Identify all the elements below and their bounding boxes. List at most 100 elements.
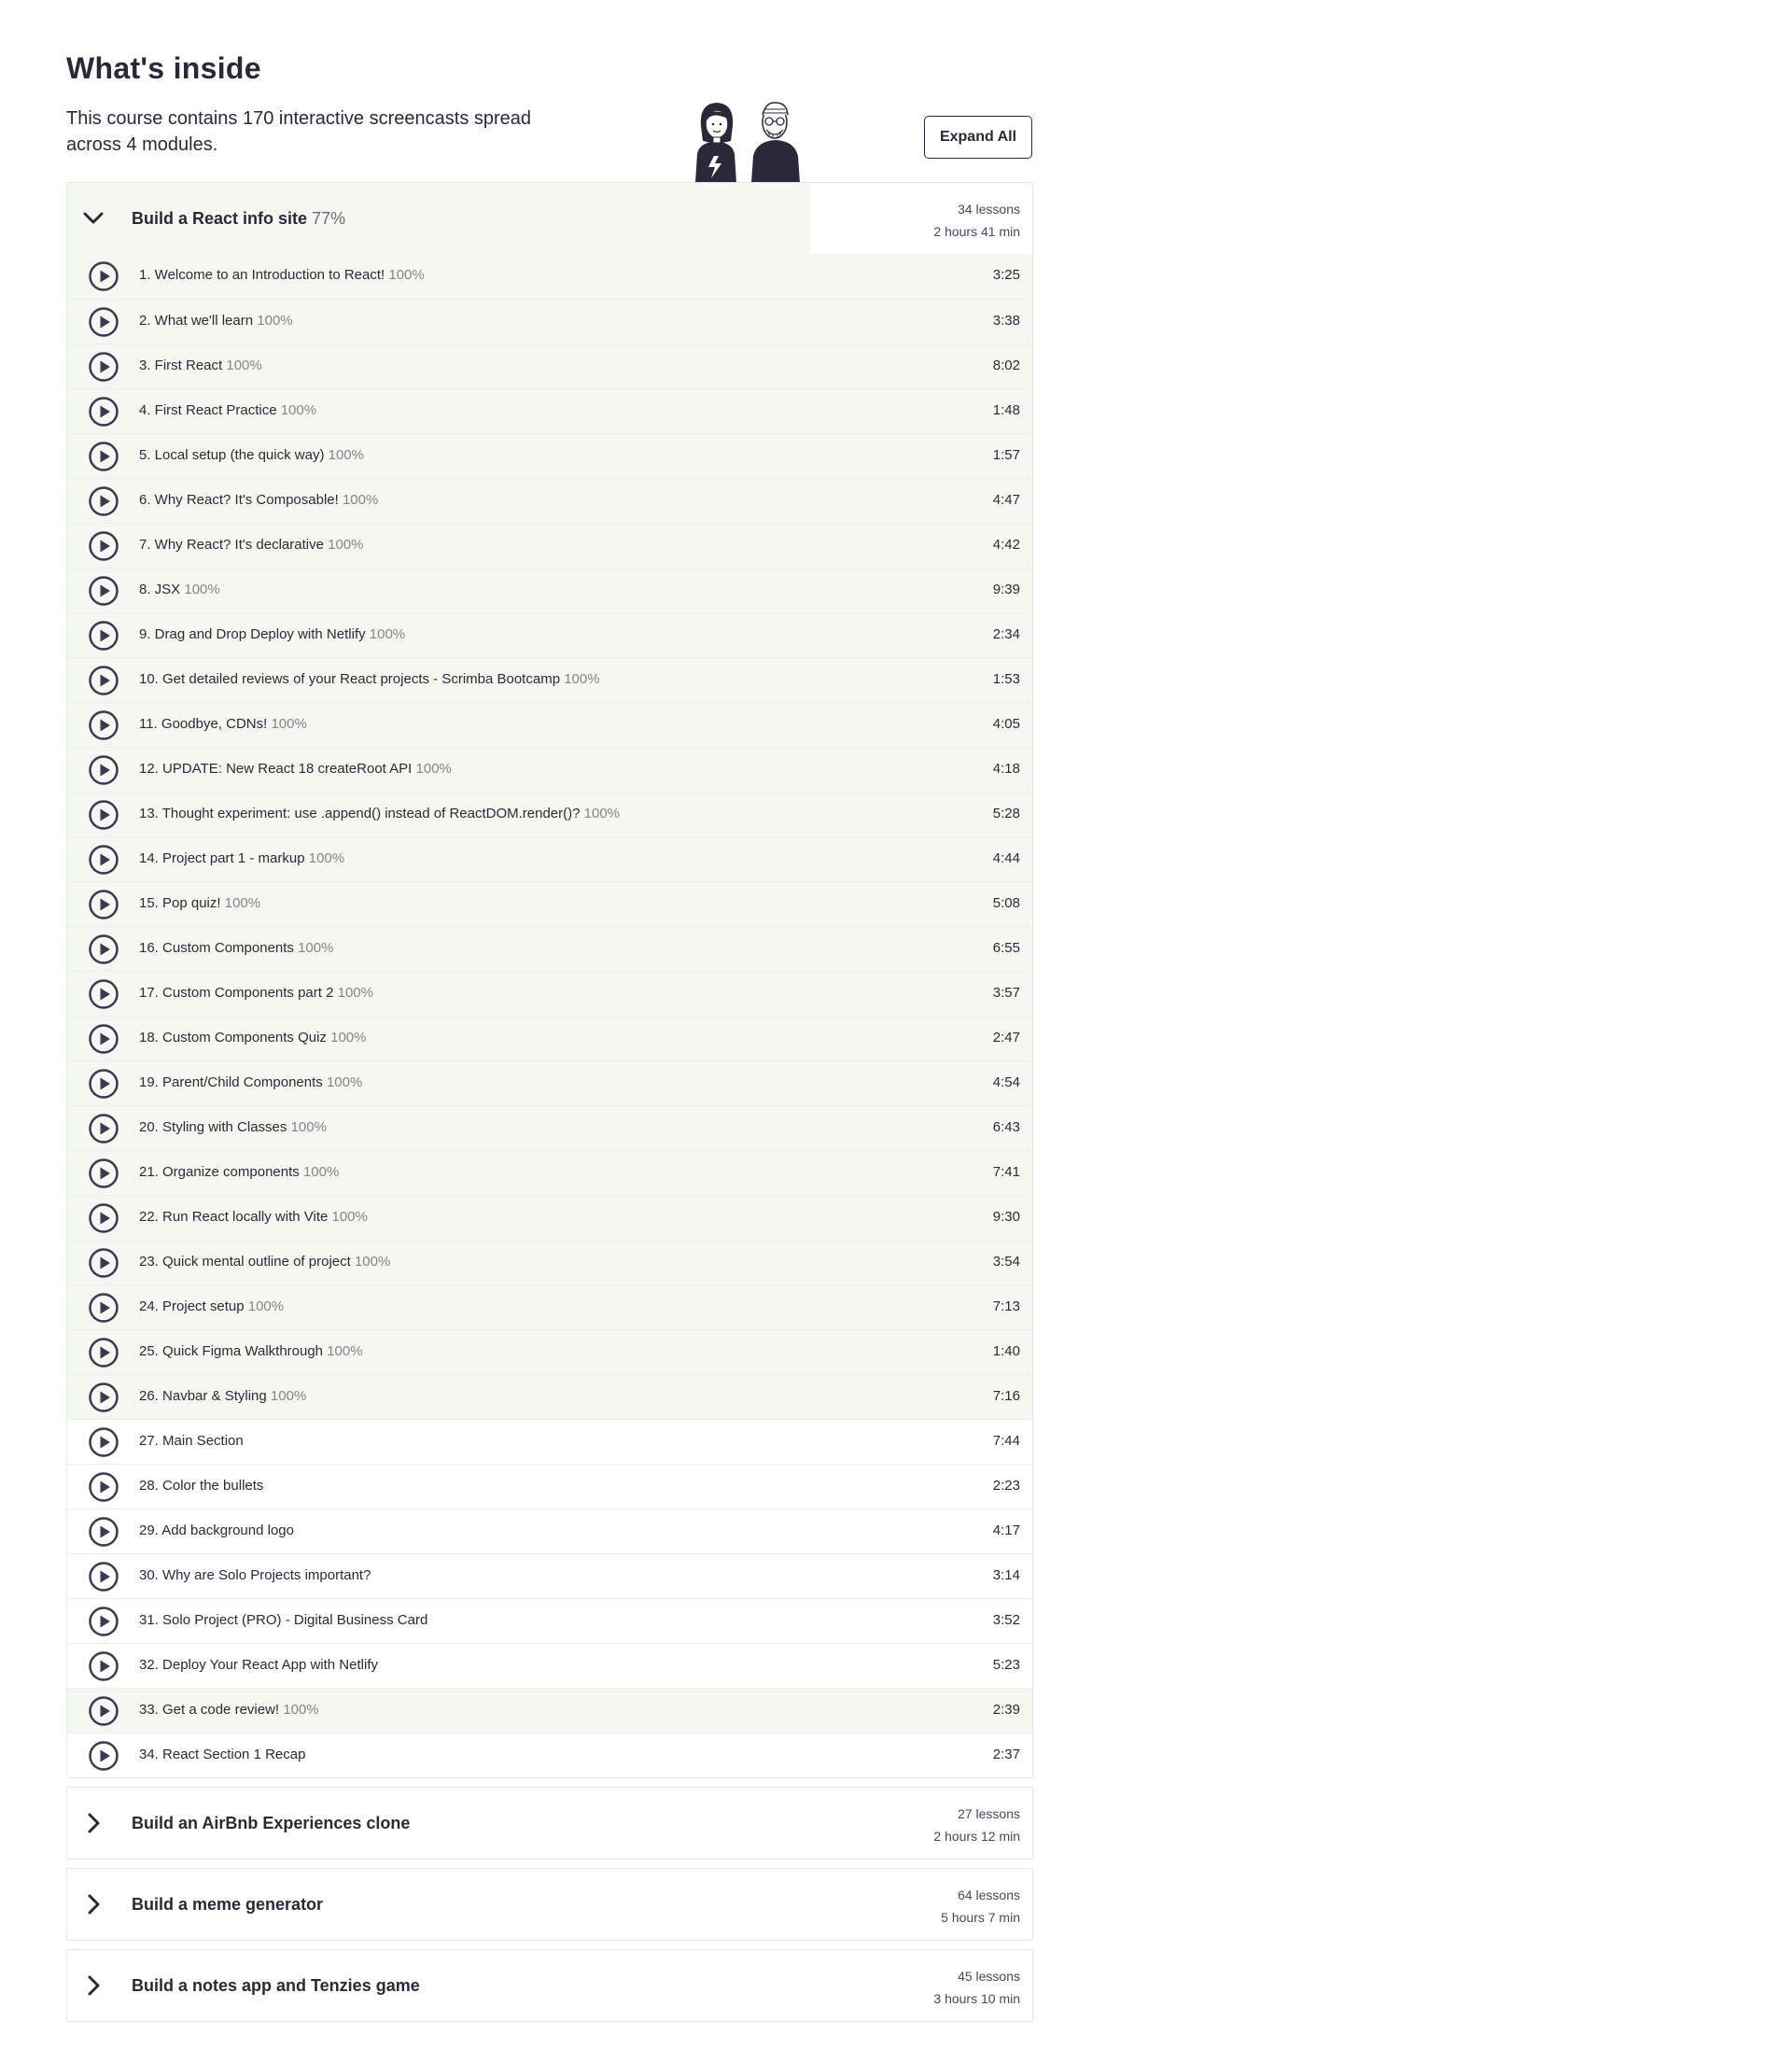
chevron-right-icon[interactable] bbox=[77, 1806, 110, 1840]
lesson-row[interactable]: 30. Why are Solo Projects important? 3:14 bbox=[67, 1553, 1032, 1598]
lesson-title-text: 5. Local setup (the quick way) bbox=[139, 447, 325, 463]
module-header[interactable]: Build a notes app and Tenzies game 45 les… bbox=[67, 1950, 1032, 2021]
lesson-row[interactable]: 7. Why React? It's declarative 100% 4:42 bbox=[67, 523, 1032, 568]
lesson-count: 45 lessons bbox=[958, 1969, 1020, 1984]
lesson-progress: 100% bbox=[302, 1164, 340, 1180]
lesson-title-text: 8. JSX bbox=[139, 582, 181, 597]
lesson-progress: 100% bbox=[330, 1030, 367, 1046]
chevron-right-icon[interactable] bbox=[77, 1969, 110, 2002]
lesson-progress: 100% bbox=[342, 492, 379, 508]
play-icon[interactable] bbox=[89, 261, 119, 291]
lesson-row[interactable]: 16. Custom Components 100% 6:55 bbox=[67, 926, 1032, 971]
play-icon[interactable] bbox=[89, 934, 119, 964]
play-icon[interactable] bbox=[89, 890, 119, 919]
lesson-duration: 6:55 bbox=[992, 940, 1020, 956]
play-icon[interactable] bbox=[89, 1248, 119, 1278]
play-icon[interactable] bbox=[89, 397, 119, 427]
lesson-title-text: 17. Custom Components part 2 bbox=[139, 985, 334, 1001]
lesson-row[interactable]: 12. UPDATE: New React 18 createRoot API … bbox=[67, 747, 1032, 792]
lesson-title-text: 19. Parent/Child Components bbox=[139, 1074, 323, 1090]
lesson-row[interactable]: 33. Get a code review! 100% 2:39 bbox=[67, 1688, 1032, 1733]
module-header[interactable]: Build a meme generator 64 lessons 5 hours … bbox=[67, 1869, 1032, 1940]
lesson-duration: 7:13 bbox=[992, 1298, 1020, 1314]
lesson-row[interactable]: 3. First React 100% 8:02 bbox=[67, 344, 1032, 388]
lesson-row[interactable]: 9. Drag and Drop Deploy with Netlify 100… bbox=[67, 612, 1032, 657]
lesson-row[interactable]: 5. Local setup (the quick way) 100% 1:57 bbox=[67, 433, 1032, 478]
play-icon[interactable] bbox=[89, 1741, 119, 1771]
lesson-title: 21. Organize components 100% bbox=[139, 1164, 339, 1180]
course-summary: This course contains 170 interactive scr… bbox=[66, 108, 532, 155]
play-icon[interactable] bbox=[89, 1651, 119, 1681]
lesson-row[interactable]: 32. Deploy Your React App with Netlify 5:… bbox=[67, 1643, 1032, 1688]
lesson-title-text: 9. Drag and Drop Deploy with Netlify bbox=[139, 626, 366, 642]
play-icon[interactable] bbox=[89, 1427, 119, 1457]
play-icon[interactable] bbox=[89, 1382, 119, 1412]
play-icon[interactable] bbox=[89, 442, 119, 471]
lesson-title-text: 27. Main Section bbox=[139, 1433, 244, 1449]
play-icon[interactable] bbox=[89, 1069, 119, 1099]
lesson-title: 2. What we'll learn 100% bbox=[139, 313, 293, 329]
play-icon[interactable] bbox=[89, 1158, 119, 1188]
play-icon[interactable] bbox=[89, 1338, 119, 1368]
play-icon[interactable] bbox=[89, 307, 119, 337]
lesson-row[interactable]: 25. Quick Figma Walkthrough 100% 1:40 bbox=[67, 1329, 1032, 1374]
play-icon[interactable] bbox=[89, 755, 119, 785]
module-header[interactable]: Build an AirBnb Experiences clone 27 less… bbox=[67, 1788, 1032, 1859]
play-icon[interactable] bbox=[89, 1517, 119, 1547]
lesson-title: 22. Run React locally with Vite 100% bbox=[139, 1209, 368, 1225]
lesson-list: 1. Welcome to an Introduction to React! … bbox=[67, 254, 1032, 1777]
lesson-row[interactable]: 34. React Section 1 Recap 2:37 bbox=[67, 1733, 1032, 1777]
lesson-row[interactable]: 23. Quick mental outline of project 100%… bbox=[67, 1240, 1032, 1284]
lesson-row[interactable]: 18. Custom Components Quiz 100% 2:47 bbox=[67, 1016, 1032, 1060]
lesson-title: 10. Get detailed reviews of your React p… bbox=[139, 671, 600, 687]
play-icon[interactable] bbox=[89, 1293, 119, 1323]
play-icon[interactable] bbox=[89, 710, 119, 740]
play-icon[interactable] bbox=[89, 1203, 119, 1233]
play-icon[interactable] bbox=[89, 531, 119, 561]
lesson-row[interactable]: 11. Goodbye, CDNs! 100% 4:05 bbox=[67, 702, 1032, 747]
play-icon[interactable] bbox=[89, 1607, 119, 1636]
play-icon[interactable] bbox=[89, 1696, 119, 1726]
chevron-right-icon[interactable] bbox=[77, 1888, 110, 1921]
lesson-row[interactable]: 1. Welcome to an Introduction to React! … bbox=[67, 254, 1032, 299]
lesson-row[interactable]: 29. Add background logo 4:17 bbox=[67, 1509, 1032, 1553]
lesson-row[interactable]: 20. Styling with Classes 100% 6:43 bbox=[67, 1105, 1032, 1150]
lesson-title: 30. Why are Solo Projects important? bbox=[139, 1567, 371, 1583]
lesson-row[interactable]: 14. Project part 1 - markup 100% 4:44 bbox=[67, 836, 1032, 881]
lesson-row[interactable]: 10. Get detailed reviews of your React p… bbox=[67, 657, 1032, 702]
chevron-down-icon[interactable] bbox=[77, 202, 110, 235]
expand-all-button[interactable]: Expand All bbox=[924, 116, 1032, 159]
lesson-row[interactable]: 13. Thought experiment: use .append() in… bbox=[67, 792, 1032, 836]
lesson-row[interactable]: 2. What we'll learn 100% 3:38 bbox=[67, 299, 1032, 344]
lesson-title: 33. Get a code review! 100% bbox=[139, 1702, 319, 1718]
lesson-row[interactable]: 19. Parent/Child Components 100% 4:54 bbox=[67, 1060, 1032, 1105]
lesson-row[interactable]: 4. First React Practice 100% 1:48 bbox=[67, 388, 1032, 433]
play-icon[interactable] bbox=[89, 1472, 119, 1502]
play-icon[interactable] bbox=[89, 666, 119, 695]
lesson-row[interactable]: 8. JSX 100% 9:39 bbox=[67, 568, 1032, 612]
play-icon[interactable] bbox=[89, 800, 119, 830]
play-icon[interactable] bbox=[89, 979, 119, 1009]
play-icon[interactable] bbox=[89, 845, 119, 875]
play-icon[interactable] bbox=[89, 1562, 119, 1592]
lesson-row[interactable]: 22. Run React locally with Vite 100% 9:30 bbox=[67, 1195, 1032, 1240]
lesson-duration: 9:39 bbox=[992, 582, 1020, 597]
lesson-row[interactable]: 6. Why React? It's Composable! 100% 4:47 bbox=[67, 478, 1032, 523]
lesson-row[interactable]: 15. Pop quiz! 100% 5:08 bbox=[67, 881, 1032, 926]
lesson-row[interactable]: 24. Project setup 100% 7:13 bbox=[67, 1284, 1032, 1329]
play-icon[interactable] bbox=[89, 486, 119, 516]
lesson-row[interactable]: 17. Custom Components part 2 100% 3:57 bbox=[67, 971, 1032, 1016]
module-1: Build a React info site 77% 34 lessons 2 h… bbox=[66, 182, 1033, 1778]
module-header[interactable]: Build a React info site 77% 34 lessons 2 h… bbox=[67, 183, 1032, 255]
lesson-row[interactable]: 31. Solo Project (PRO) - Digital Busines… bbox=[67, 1598, 1032, 1643]
play-icon[interactable] bbox=[89, 1024, 119, 1054]
play-icon[interactable] bbox=[89, 576, 119, 606]
lesson-row[interactable]: 27. Main Section 7:44 bbox=[67, 1419, 1032, 1464]
lesson-duration: 3:54 bbox=[992, 1254, 1020, 1270]
play-icon[interactable] bbox=[89, 352, 119, 382]
play-icon[interactable] bbox=[89, 1114, 119, 1144]
lesson-row[interactable]: 28. Color the bullets 2:23 bbox=[67, 1464, 1032, 1509]
play-icon[interactable] bbox=[89, 621, 119, 651]
lesson-row[interactable]: 21. Organize components 100% 7:41 bbox=[67, 1150, 1032, 1195]
lesson-row[interactable]: 26. Navbar & Styling 100% 7:16 bbox=[67, 1374, 1032, 1419]
